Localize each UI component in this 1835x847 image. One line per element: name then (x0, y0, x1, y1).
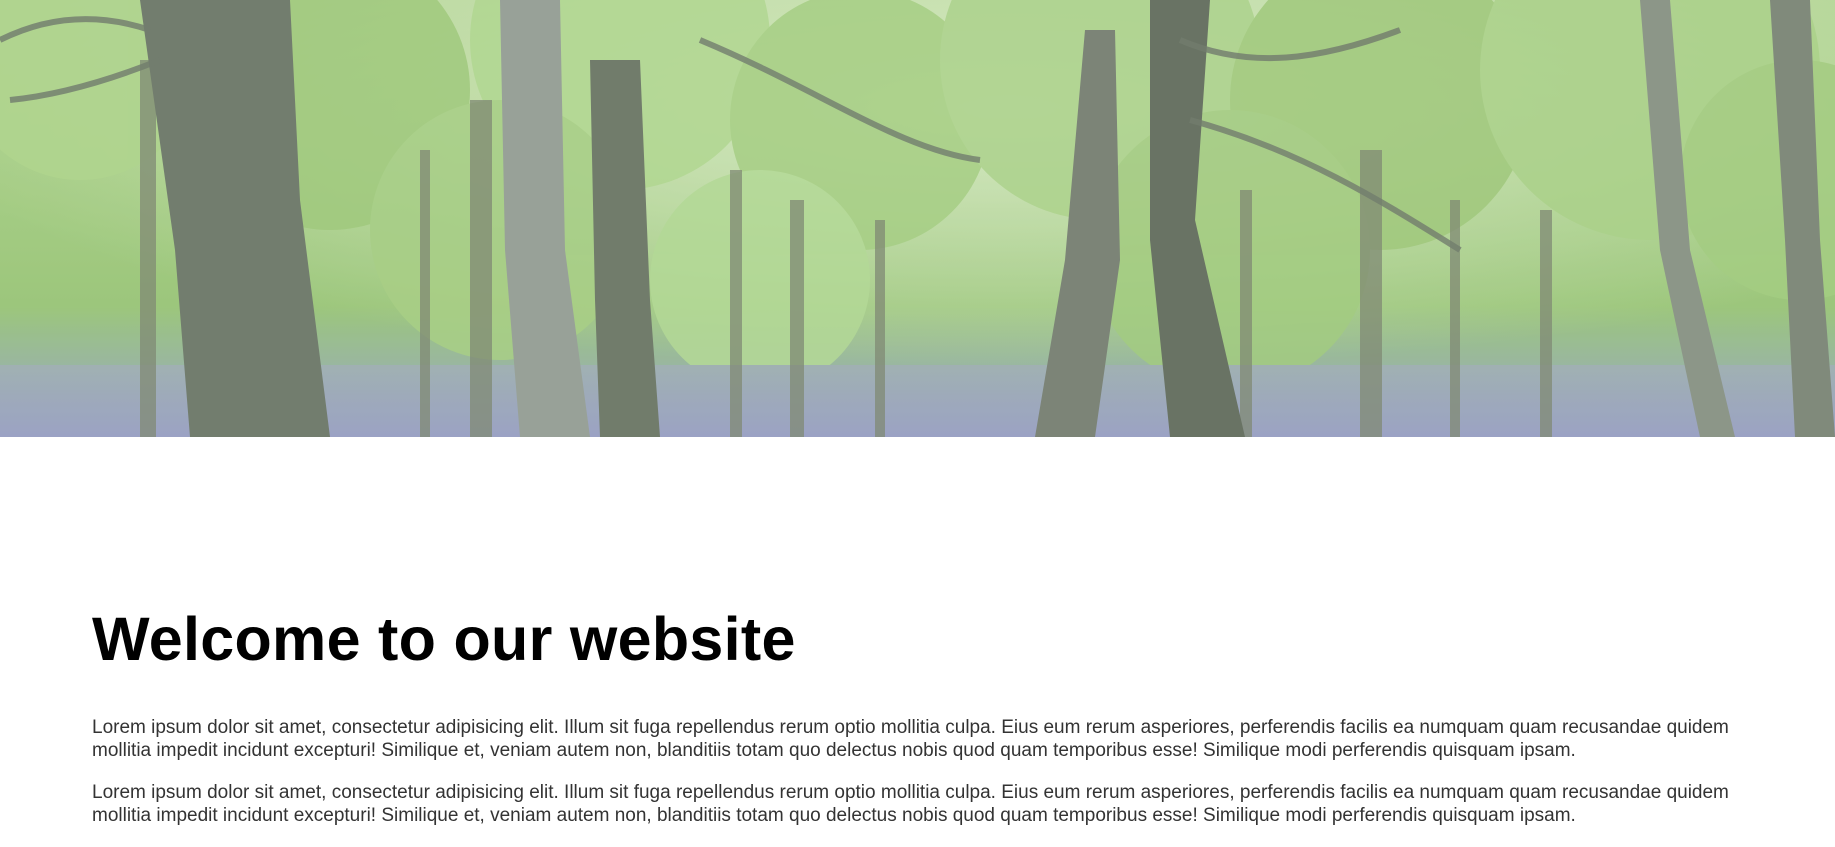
intro-paragraph: Lorem ipsum dolor sit amet, consectetur … (92, 717, 1729, 761)
page-title: Welcome to our website (92, 605, 796, 673)
forest-banner-image (0, 0, 1835, 437)
hero-banner (0, 0, 1835, 437)
main-content: Welcome to our website Lorem ipsum dolor… (92, 600, 1752, 827)
intro-paragraph: Lorem ipsum dolor sit amet, consectetur … (92, 782, 1729, 826)
